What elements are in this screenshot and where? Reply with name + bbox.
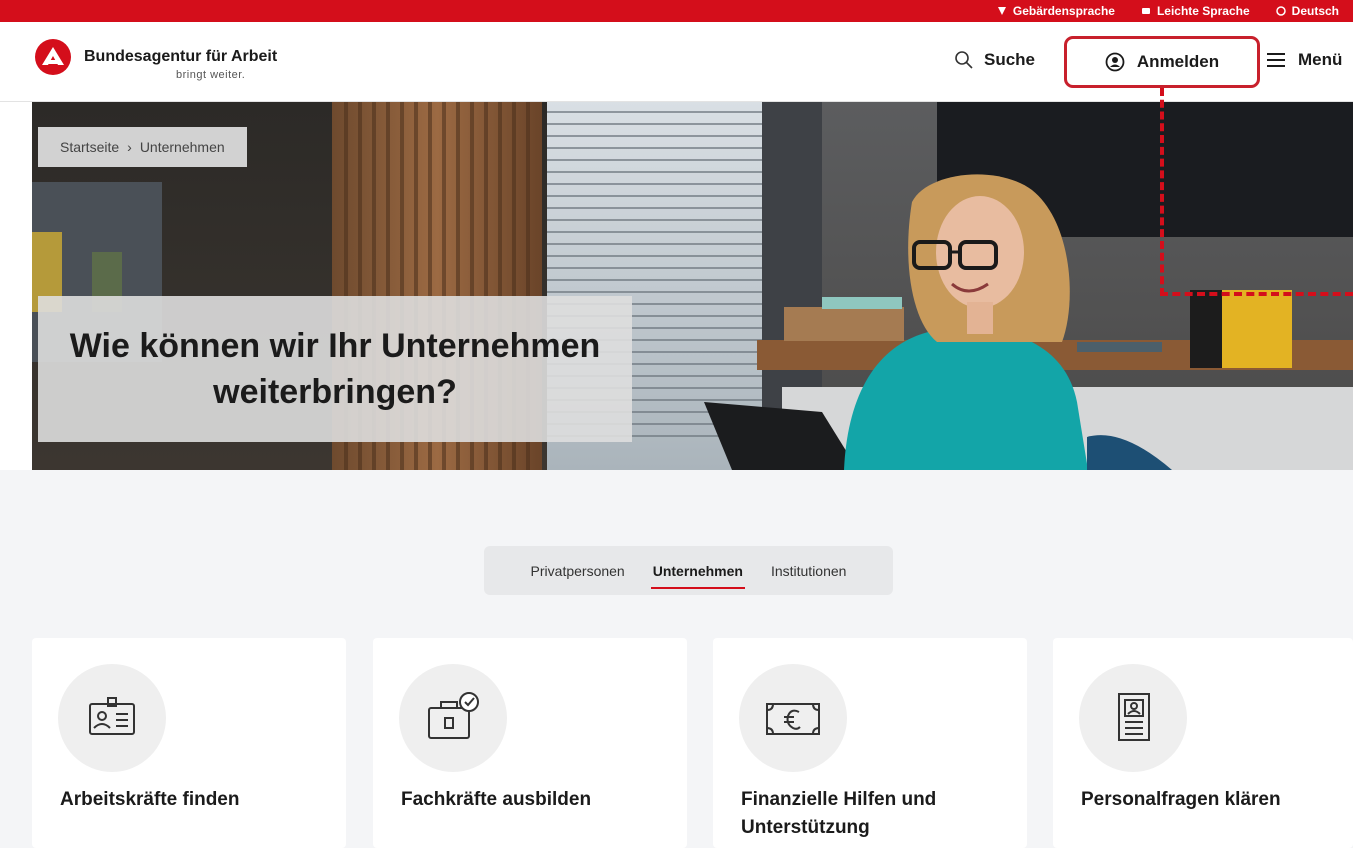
globe-icon (1275, 6, 1286, 16)
hamburger-menu-icon (1267, 53, 1285, 67)
topbar-link-label: Deutsch (1291, 4, 1339, 18)
card-personalfragen-klaeren[interactable]: Personalfragen klären (1053, 638, 1353, 848)
search-button[interactable]: Suche (954, 50, 1035, 70)
topbar-link-sign-language[interactable]: Gebärdensprache (997, 4, 1115, 18)
card-icon-circle (399, 664, 507, 772)
tab-institutionen[interactable]: Institutionen (769, 559, 849, 583)
search-icon (955, 51, 973, 69)
annotation-dashed-line-vertical (1160, 88, 1164, 296)
card-arbeitskraefte-finden[interactable]: Arbeitskräfte finden (32, 638, 346, 848)
card-title: Finanzielle Hilfen und Unterstützung (741, 789, 937, 838)
menu-button[interactable]: Menü (1266, 50, 1342, 70)
card-title: Fachkräfte ausbilden (401, 789, 592, 810)
card-icon-circle (739, 664, 847, 772)
login-label: Anmelden (1136, 52, 1220, 71)
briefcase-check-icon (428, 692, 479, 739)
menu-label: Menü (1298, 50, 1343, 69)
top-utility-bar: Gebärdensprache Leichte Sprache Deutsch (0, 0, 1353, 22)
breadcrumb: Startseite › Unternehmen (38, 127, 247, 167)
breadcrumb-item-current: Unternehmen (139, 139, 225, 155)
site-header: Bundesagentur für Arbeit bringt weiter. … (0, 22, 1353, 102)
topbar-link-label: Gebärdensprache (1012, 4, 1115, 18)
page-title: Wie können wir Ihr Unternehmen weiterbri… (69, 327, 601, 411)
personnel-document-icon (1118, 693, 1150, 741)
login-button[interactable]: Anmelden (1064, 36, 1260, 88)
hero-title-box: Wie können wir Ihr Unternehmen weiterbri… (38, 296, 632, 442)
easy-language-icon (1141, 8, 1150, 14)
card-fachkraefte-ausbilden[interactable]: Fachkräfte ausbilden (373, 638, 687, 848)
card-finanzielle-hilfen[interactable]: Finanzielle Hilfen und Unterstützung (713, 638, 1027, 848)
ba-logo-icon[interactable] (34, 38, 72, 76)
topbar-link-label: Leichte Sprache (1156, 4, 1250, 18)
chevron-right-icon: › (127, 139, 132, 155)
user-circle-icon (1105, 52, 1125, 72)
annotation-dashed-line-horizontal (1160, 292, 1353, 296)
card-title: Arbeitskräfte finden (60, 789, 240, 810)
brand-name[interactable]: Bundesagentur für Arbeit (84, 48, 277, 66)
id-badge-icon (89, 697, 135, 735)
brand-slogan: bringt weiter. (176, 69, 246, 81)
search-label: Suche (984, 50, 1036, 69)
audience-tabs: Privatpersonen Unternehmen Institutionen (484, 546, 893, 595)
sign-language-icon (997, 7, 1006, 15)
card-icon-circle (1079, 664, 1187, 772)
euro-banknote-icon (766, 703, 820, 735)
tab-privatpersonen[interactable]: Privatpersonen (529, 559, 627, 583)
topbar-link-easy-language[interactable]: Leichte Sprache (1141, 4, 1250, 18)
tab-unternehmen[interactable]: Unternehmen (650, 559, 746, 589)
breadcrumb-item-home[interactable]: Startseite (60, 139, 119, 155)
topbar-link-language[interactable]: Deutsch (1275, 4, 1339, 18)
card-icon-circle (58, 664, 166, 772)
card-title: Personalfragen klären (1081, 789, 1281, 810)
